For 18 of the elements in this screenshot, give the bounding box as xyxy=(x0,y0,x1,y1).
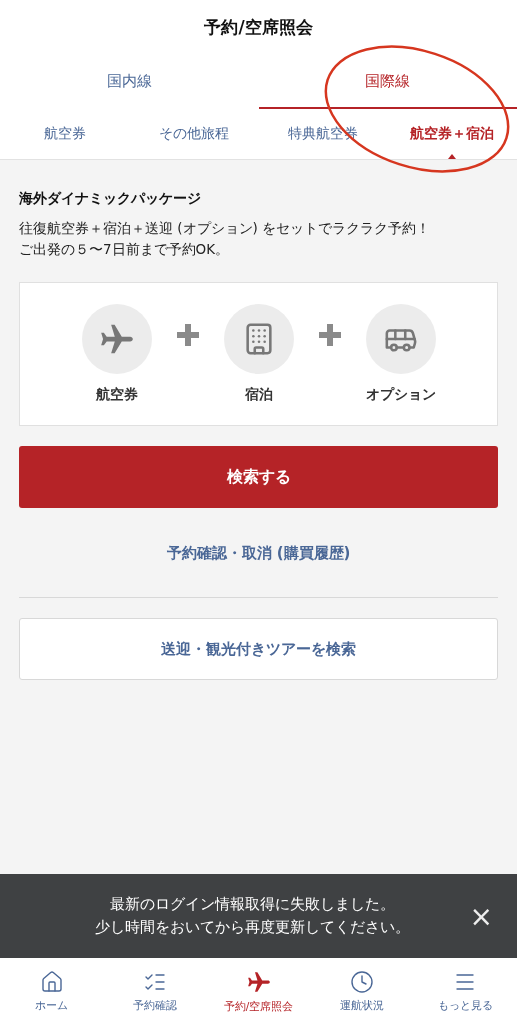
plus-icon xyxy=(318,324,341,346)
item-label: オプション xyxy=(365,386,436,404)
item-label: 宿泊 xyxy=(244,386,273,404)
history-link[interactable]: 予約確認・取消 (購買履歴) xyxy=(166,544,351,563)
plus-icon xyxy=(176,324,199,346)
description-line: 往復航空券＋宿泊＋送迎 (オプション) をセットでラクラク予約！ xyxy=(19,219,432,238)
search-button[interactable]: 検索する xyxy=(19,446,498,508)
clock-icon xyxy=(349,969,374,994)
item-label: 航空券 xyxy=(95,386,138,404)
toast-message-line: 最新のログイン情報取得に失敗しました。 xyxy=(110,894,396,915)
close-button[interactable]: × xyxy=(465,899,497,933)
caret-icon xyxy=(448,154,457,159)
toast-message-line: 少し時間をおいてから再度更新してください。 xyxy=(95,917,411,938)
page-title: 予約/空席照会 xyxy=(204,16,313,39)
home-icon xyxy=(39,969,64,994)
description-line: ご出発の５〜7日前まで予約OK。 xyxy=(19,240,231,259)
tour-search-button[interactable]: 送迎・観光付きツアーを検索 xyxy=(19,618,498,680)
section-title: 海外ダイナミックパッケージ xyxy=(19,190,202,208)
